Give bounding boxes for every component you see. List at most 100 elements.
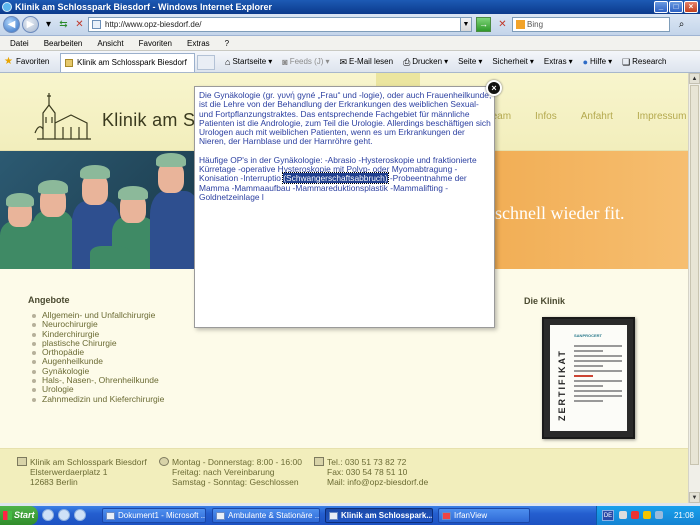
angebote-column: Angebote Allgemein- und Unfallchirurgie … <box>28 295 208 404</box>
certificate-title: ZERTIFIKAT <box>557 349 567 421</box>
research-icon: ❑ <box>622 57 631 67</box>
task-word-document[interactable]: Dokument1 - Microsoft ... <box>102 508 206 523</box>
hero-slogan: schnell wieder fit. <box>495 203 625 223</box>
language-indicator[interactable]: DE <box>602 510 614 521</box>
footer-address-line3: 12683 Berlin <box>30 477 78 487</box>
tray-arrow-icon[interactable] <box>619 511 627 519</box>
email-label: E-Mail lesen <box>349 57 394 66</box>
popup-paragraph-1: Die Gynäkologie (gr. γυνή gyné „Frau“ un… <box>199 90 492 147</box>
url-input[interactable]: http://www.opz-biesdorf.de/ <box>88 17 472 32</box>
stop-icon[interactable]: ✕ <box>72 18 87 32</box>
footer-phone: Tel.: 030 51 73 82 72 <box>327 457 407 467</box>
refresh-stop-icon[interactable]: ✕ <box>495 17 510 32</box>
url-dropdown-button[interactable]: ▼ <box>460 17 472 32</box>
feed-icon: ◙ <box>282 57 288 67</box>
task-label-3: IrfanView <box>454 511 488 520</box>
certificate-logo: SANPROCERT <box>574 333 603 338</box>
feeds-button[interactable]: ◙ Feeds (J) ▾ <box>282 55 329 69</box>
tray-network-icon[interactable] <box>655 511 663 519</box>
go-button[interactable]: → <box>476 17 491 32</box>
scroll-up-icon[interactable]: ▲ <box>689 73 700 84</box>
nav-anfahrt[interactable]: Anfahrt <box>569 73 625 151</box>
star-icon: ★ <box>4 56 13 67</box>
page-scrollbar[interactable]: ▲ ▼ <box>688 73 700 503</box>
window-title: Klinik am Schlosspark Biesdorf - Windows… <box>15 2 272 12</box>
footer-mail[interactable]: Mail: info@opz-biesdorf.de <box>327 477 428 487</box>
windows-taskbar: Start Dokument1 - Microsoft ... Ambulant… <box>0 506 700 525</box>
task-label-1: Ambulante & Stationäre ... <box>228 511 320 520</box>
task-klinik-active[interactable]: Klinik am Schlosspark... <box>325 508 433 523</box>
scroll-thumb[interactable] <box>690 85 699 465</box>
menu-file[interactable]: Datei <box>10 36 29 50</box>
nav-infos[interactable]: Infos <box>523 73 569 151</box>
task-label-2: Klinik am Schlosspark... <box>341 511 433 520</box>
scroll-down-icon[interactable]: ▼ <box>689 492 700 503</box>
task-irfanview[interactable]: IrfanView <box>438 508 530 523</box>
footer-address: Klinik am Schlosspark Biesdorf Elsterwer… <box>17 457 147 487</box>
tools-menu-button[interactable]: Extras ▾ <box>544 55 573 69</box>
footer-hours-line1: Montag - Donnerstag: 8:00 - 16:00 <box>172 457 302 467</box>
bing-icon <box>516 20 525 29</box>
phone-icon <box>314 457 324 466</box>
footer-hours-line3: Samstag - Sonntag: Geschlossen <box>172 477 299 487</box>
browser-tab-active[interactable]: Klinik am Schlosspark Biesdorf <box>60 53 195 72</box>
new-tab-button[interactable] <box>197 55 215 70</box>
home-icon: ⌂ <box>225 57 231 67</box>
safety-menu-button[interactable]: Sicherheit ▾ <box>492 55 534 69</box>
menu-edit[interactable]: Bearbeiten <box>44 36 83 50</box>
ie-page-icon <box>329 512 338 520</box>
back-button[interactable]: ◀ <box>3 16 20 33</box>
read-mail-button[interactable]: ✉ E-Mail lesen <box>340 55 394 69</box>
popup-close-button[interactable]: × <box>486 80 502 96</box>
menu-help[interactable]: ? <box>225 36 229 50</box>
menu-favorites[interactable]: Favoriten <box>139 36 172 50</box>
task-label-0: Dokument1 - Microsoft ... <box>118 511 206 520</box>
favorites-label: Favoriten <box>16 57 50 66</box>
word-icon <box>106 512 115 520</box>
angebote-item-zahnmedizin[interactable]: Zahnmedizin und Kieferchirurgie <box>28 394 208 404</box>
system-tray: DE 21:08 <box>596 506 700 525</box>
quicklaunch-ie-icon[interactable] <box>42 509 54 521</box>
certificate-text-lines <box>574 345 622 405</box>
command-bar: ⌂ Startseite ▾ ◙ Feeds (J) ▾ ✉ E-Mail lesen… <box>225 55 666 69</box>
nav-impressum[interactable]: Impressum <box>625 73 688 151</box>
minimize-button[interactable]: _ <box>654 1 668 13</box>
search-input[interactable]: Bing <box>512 17 670 32</box>
clock[interactable]: 21:08 <box>674 506 694 525</box>
staff-photo <box>0 151 200 269</box>
close-window-button[interactable]: × <box>684 1 698 13</box>
home-button[interactable]: ⌂ Startseite ▾ <box>225 55 272 69</box>
print-button[interactable]: ⎙ Drucken ▾ <box>403 55 448 69</box>
start-button[interactable]: Start <box>0 506 38 525</box>
history-dropdown-icon[interactable]: ▾ <box>41 18 56 32</box>
tab-title: Klinik am Schlosspark Biesdorf <box>77 58 187 67</box>
safety-label: Sicherheit <box>492 57 528 66</box>
quick-launch <box>42 509 86 521</box>
die-klinik-title: Die Klinik <box>524 296 566 306</box>
home-label: Startseite <box>232 57 267 66</box>
help-menu-button[interactable]: ● Hilfe ▾ <box>583 55 612 69</box>
angebote-title: Angebote <box>28 295 70 305</box>
compat-view-icon[interactable]: ⇆ <box>56 18 71 32</box>
site-footer: Klinik am Schlosspark Biesdorf Elsterwer… <box>0 448 688 503</box>
castle-logo-icon[interactable] <box>33 83 93 141</box>
help-label: Hilfe <box>590 57 607 66</box>
tab-favicon-icon <box>65 59 73 67</box>
maximize-button[interactable]: □ <box>669 1 683 13</box>
footer-address-line2: Elsterwerdaerplatz 1 <box>30 467 108 477</box>
certificate-image[interactable]: ZERTIFIKAT SANPROCERT <box>542 317 635 439</box>
tray-volume-icon[interactable] <box>643 511 651 519</box>
tray-acrobat-icon[interactable] <box>631 511 639 519</box>
quicklaunch-media-icon[interactable] <box>58 509 70 521</box>
research-button[interactable]: ❑ Research <box>622 55 666 69</box>
menu-view[interactable]: Ansicht <box>97 36 123 50</box>
menu-tools[interactable]: Extras <box>187 36 210 50</box>
quicklaunch-firefox-icon[interactable] <box>74 509 86 521</box>
windows-flag-icon <box>3 511 12 520</box>
favorites-button[interactable]: ★ Favoriten <box>4 55 49 68</box>
page-menu-button[interactable]: Seite ▾ <box>458 55 482 69</box>
forward-button[interactable]: ▶ <box>22 16 39 33</box>
help-icon: ● <box>582 57 589 67</box>
search-icon[interactable]: ⌕ <box>674 17 689 32</box>
task-ambulante[interactable]: Ambulante & Stationäre ... <box>212 508 320 523</box>
